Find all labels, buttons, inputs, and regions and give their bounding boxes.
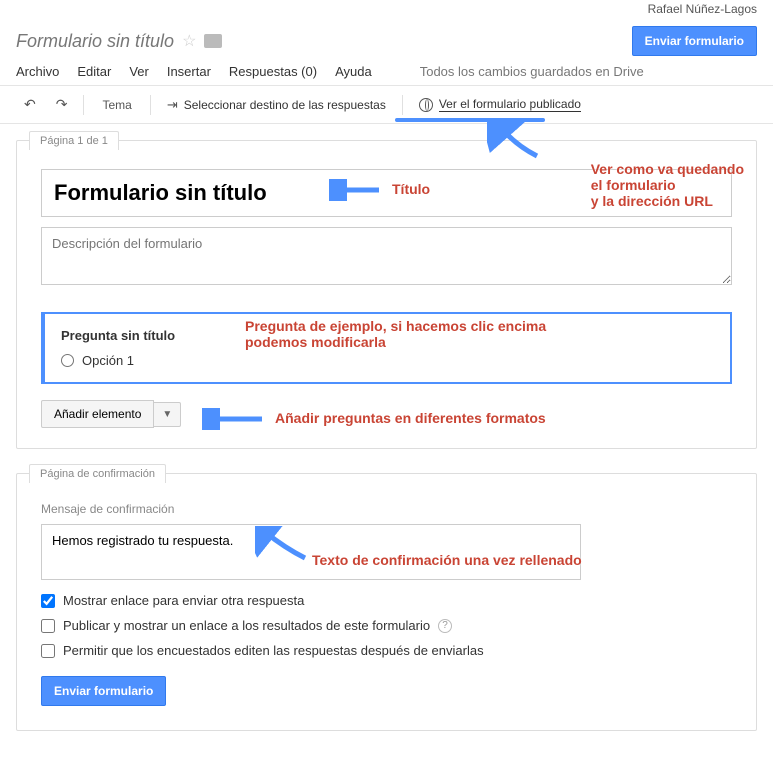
add-element-button[interactable]: Añadir elemento [41, 400, 154, 428]
chk-edit[interactable] [41, 644, 55, 658]
folder-icon[interactable] [204, 34, 222, 48]
menu-ver[interactable]: Ver [129, 64, 149, 79]
star-icon[interactable]: ☆ [182, 31, 196, 51]
menu-archivo[interactable]: Archivo [16, 64, 59, 79]
send-form-button-bottom[interactable]: Enviar formulario [41, 676, 166, 706]
view-published-label: Ver el formulario publicado [439, 97, 581, 112]
page-tab: Página 1 de 1 [29, 131, 119, 150]
toolbar: ↶ ↷ Tema ⇥ Seleccionar destino de las re… [0, 86, 773, 124]
option-radio[interactable] [61, 354, 74, 367]
option-label: Opción 1 [82, 353, 134, 368]
export-icon: ⇥ [167, 97, 178, 113]
doc-title[interactable]: Formulario sin título [16, 31, 174, 52]
separator [83, 95, 84, 115]
confirmation-panel: Página de confirmación Mensaje de confir… [16, 473, 757, 731]
form-description-input[interactable] [41, 227, 732, 285]
confirm-label: Mensaje de confirmación [41, 502, 732, 516]
separator [402, 95, 403, 115]
view-published-button[interactable]: Ver el formulario publicado [411, 93, 589, 116]
globe-icon [419, 98, 433, 112]
question-title: Pregunta sin título [61, 328, 714, 343]
undo-button[interactable]: ↶ [16, 92, 44, 117]
menu-respuestas[interactable]: Respuestas (0) [229, 64, 317, 79]
redo-button[interactable]: ↷ [48, 92, 76, 117]
help-icon[interactable]: ? [438, 619, 452, 633]
separator [150, 95, 151, 115]
option-row: Opción 1 [61, 353, 714, 368]
theme-button[interactable]: Tema [92, 94, 141, 116]
menu-ayuda[interactable]: Ayuda [335, 64, 372, 79]
send-form-button-top[interactable]: Enviar formulario [632, 26, 757, 56]
form-title-input[interactable] [41, 169, 732, 217]
chk-edit-label: Permitir que los encuestados editen las … [63, 643, 484, 658]
confirmation-tab: Página de confirmación [29, 464, 166, 483]
chk-publish-label: Publicar y mostrar un enlace a los resul… [63, 618, 430, 633]
chk-show-link-label: Mostrar enlace para enviar otra respuest… [63, 593, 304, 608]
confirm-message-input[interactable]: Hemos registrado tu respuesta. [41, 524, 581, 580]
user-name: Rafael Núñez-Lagos [0, 0, 773, 18]
chk-publish[interactable] [41, 619, 55, 633]
select-destination-button[interactable]: ⇥ Seleccionar destino de las respuestas [159, 93, 394, 117]
annotation-underline [395, 118, 545, 122]
chk-show-link[interactable] [41, 594, 55, 608]
add-element-dropdown[interactable]: ▼ [154, 402, 181, 427]
select-destination-label: Seleccionar destino de las respuestas [184, 98, 386, 112]
menu-insertar[interactable]: Insertar [167, 64, 211, 79]
menu-editar[interactable]: Editar [77, 64, 111, 79]
question-box[interactable]: Pregunta sin título Opción 1 Pregunta de… [41, 312, 732, 384]
save-status: Todos los cambios guardados en Drive [420, 64, 644, 79]
menu-bar: Archivo Editar Ver Insertar Respuestas (… [0, 56, 773, 86]
page-panel: Página 1 de 1 Pregunta sin título Opción… [16, 140, 757, 449]
